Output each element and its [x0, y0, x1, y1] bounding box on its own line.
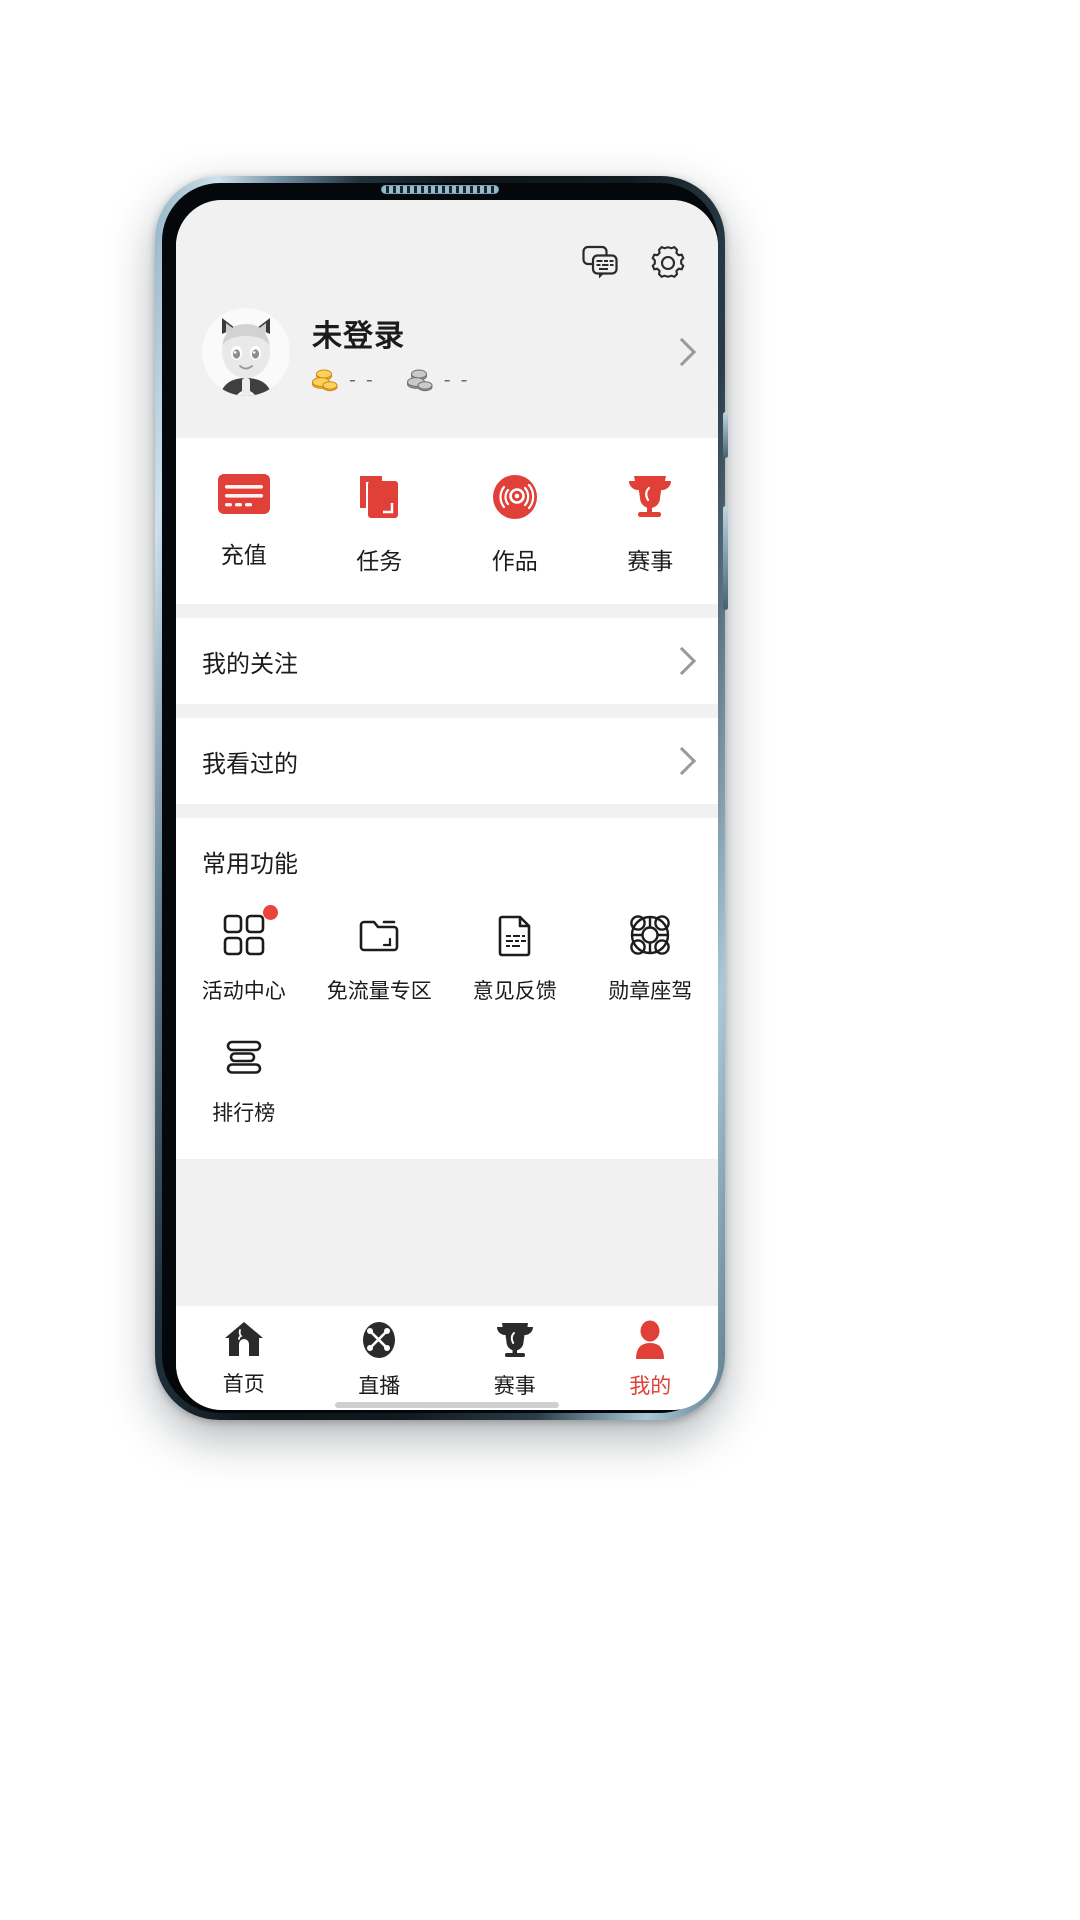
trophy-icon: [629, 476, 672, 517]
home-icon: [224, 1322, 263, 1356]
profile-name: 未登录: [312, 319, 405, 354]
silver-coins-icon: [406, 369, 433, 392]
phone-screen: 未登录 - - - - 充值 任务 作品 赛事 我的关注 我看过的 常用功能 活…: [176, 200, 718, 1410]
row-my-history[interactable]: 我看过的: [176, 718, 718, 804]
trophy-icon: [496, 1323, 533, 1357]
grid-item-label: 免流量专区: [326, 979, 432, 1003]
common-functions-section: 常用功能 活动中心 免流量专区 意见反馈 勋章座驾 排行榜: [176, 818, 718, 1159]
tab-profile[interactable]: 我的: [583, 1320, 719, 1400]
phone-device-frame: 未登录 - - - - 充值 任务 作品 赛事 我的关注 我看过的 常用功能 活…: [155, 176, 728, 1420]
document-feedback-icon: [498, 915, 531, 957]
section-divider: [176, 604, 718, 618]
quick-actions: 充值 任务 作品 赛事: [176, 438, 718, 604]
gear-icon[interactable]: [648, 243, 688, 283]
profile-info: 未登录 - - - -: [312, 311, 650, 393]
folder-icon: [359, 920, 399, 952]
quick-action-label: 任务: [356, 549, 403, 575]
empty-space: [176, 1159, 718, 1306]
grid-item-leaderboard[interactable]: 排行榜: [176, 1011, 312, 1133]
quick-action-tasks[interactable]: 任务: [312, 472, 448, 576]
tab-label: 首页: [222, 1372, 265, 1396]
chevron-right-icon: [667, 646, 697, 676]
grid-item-medal-mount[interactable]: 勋章座驾: [583, 889, 719, 1011]
tab-label: 赛事: [493, 1374, 536, 1398]
home-indicator: [335, 1402, 559, 1408]
tab-matches[interactable]: 赛事: [447, 1320, 583, 1400]
row-label: 我的关注: [202, 649, 298, 678]
notification-badge-dot: [262, 905, 278, 920]
tab-live[interactable]: 直播: [312, 1320, 448, 1400]
quick-action-label: 充值: [220, 543, 267, 569]
message-bubbles-icon[interactable]: [580, 243, 620, 283]
top-bar: [176, 200, 718, 292]
silver-coin-group: - -: [406, 367, 470, 393]
common-functions-grid: 活动中心 免流量专区 意见反馈 勋章座驾 排行榜: [176, 889, 718, 1133]
chevron-right-icon[interactable]: [667, 337, 697, 367]
recharge-card-icon: [217, 474, 270, 514]
gold-coin-group: - -: [312, 367, 375, 393]
grid-item-label: 排行榜: [212, 1101, 276, 1125]
profile-header[interactable]: 未登录 - - - -: [176, 292, 718, 438]
screenshot-canvas: 未登录 - - - - 充值 任务 作品 赛事 我的关注 我看过的 常用功能 活…: [0, 0, 1080, 1920]
grid-item-label: 活动中心: [201, 979, 286, 1003]
medal-lifering-icon: [630, 915, 671, 955]
gold-coins-icon: [312, 369, 338, 392]
section-divider: [176, 804, 718, 818]
grid-item-label: 勋章座驾: [608, 979, 693, 1003]
grid-item-label: 意见反馈: [472, 979, 557, 1003]
task-pages-icon: [360, 476, 399, 518]
quick-action-works[interactable]: 作品: [447, 472, 583, 576]
grid-item-activity-center[interactable]: 活动中心: [176, 889, 312, 1011]
chevron-right-icon: [667, 746, 697, 776]
row-my-follows[interactable]: 我的关注: [176, 618, 718, 704]
quick-action-label: 作品: [491, 549, 538, 575]
phone-power-button[interactable]: [723, 412, 728, 458]
quick-action-label: 赛事: [627, 549, 674, 575]
tab-home[interactable]: 首页: [176, 1320, 312, 1400]
quick-action-recharge[interactable]: 充值: [176, 472, 312, 576]
ranking-bars-icon: [226, 1040, 262, 1074]
tab-label: 直播: [358, 1374, 401, 1398]
tab-label: 我的: [629, 1374, 672, 1398]
grid-squares-icon: [223, 914, 265, 956]
phone-bezel: 未登录 - - - - 充值 任务 作品 赛事 我的关注 我看过的 常用功能 活…: [162, 183, 718, 1413]
grid-item-free-data-zone[interactable]: 免流量专区: [312, 889, 448, 1011]
earpiece-speaker: [381, 185, 499, 194]
vinyl-record-icon: [492, 475, 537, 519]
grid-item-feedback[interactable]: 意见反馈: [447, 889, 583, 1011]
bottom-tab-bar: 首页 直播 赛事 我的: [176, 1306, 718, 1410]
person-icon: [636, 1320, 665, 1359]
avatar[interactable]: [202, 308, 290, 396]
section-title: 常用功能: [202, 850, 298, 878]
profile-currency: - - - -: [312, 367, 650, 393]
row-label: 我看过的: [202, 749, 298, 778]
section-divider: [176, 704, 718, 718]
live-broadcast-icon: [363, 1322, 396, 1358]
quick-action-matches[interactable]: 赛事: [583, 472, 719, 576]
gold-coin-value: - -: [349, 369, 375, 391]
silver-coin-value: - -: [443, 369, 470, 391]
phone-volume-button[interactable]: [723, 506, 728, 610]
